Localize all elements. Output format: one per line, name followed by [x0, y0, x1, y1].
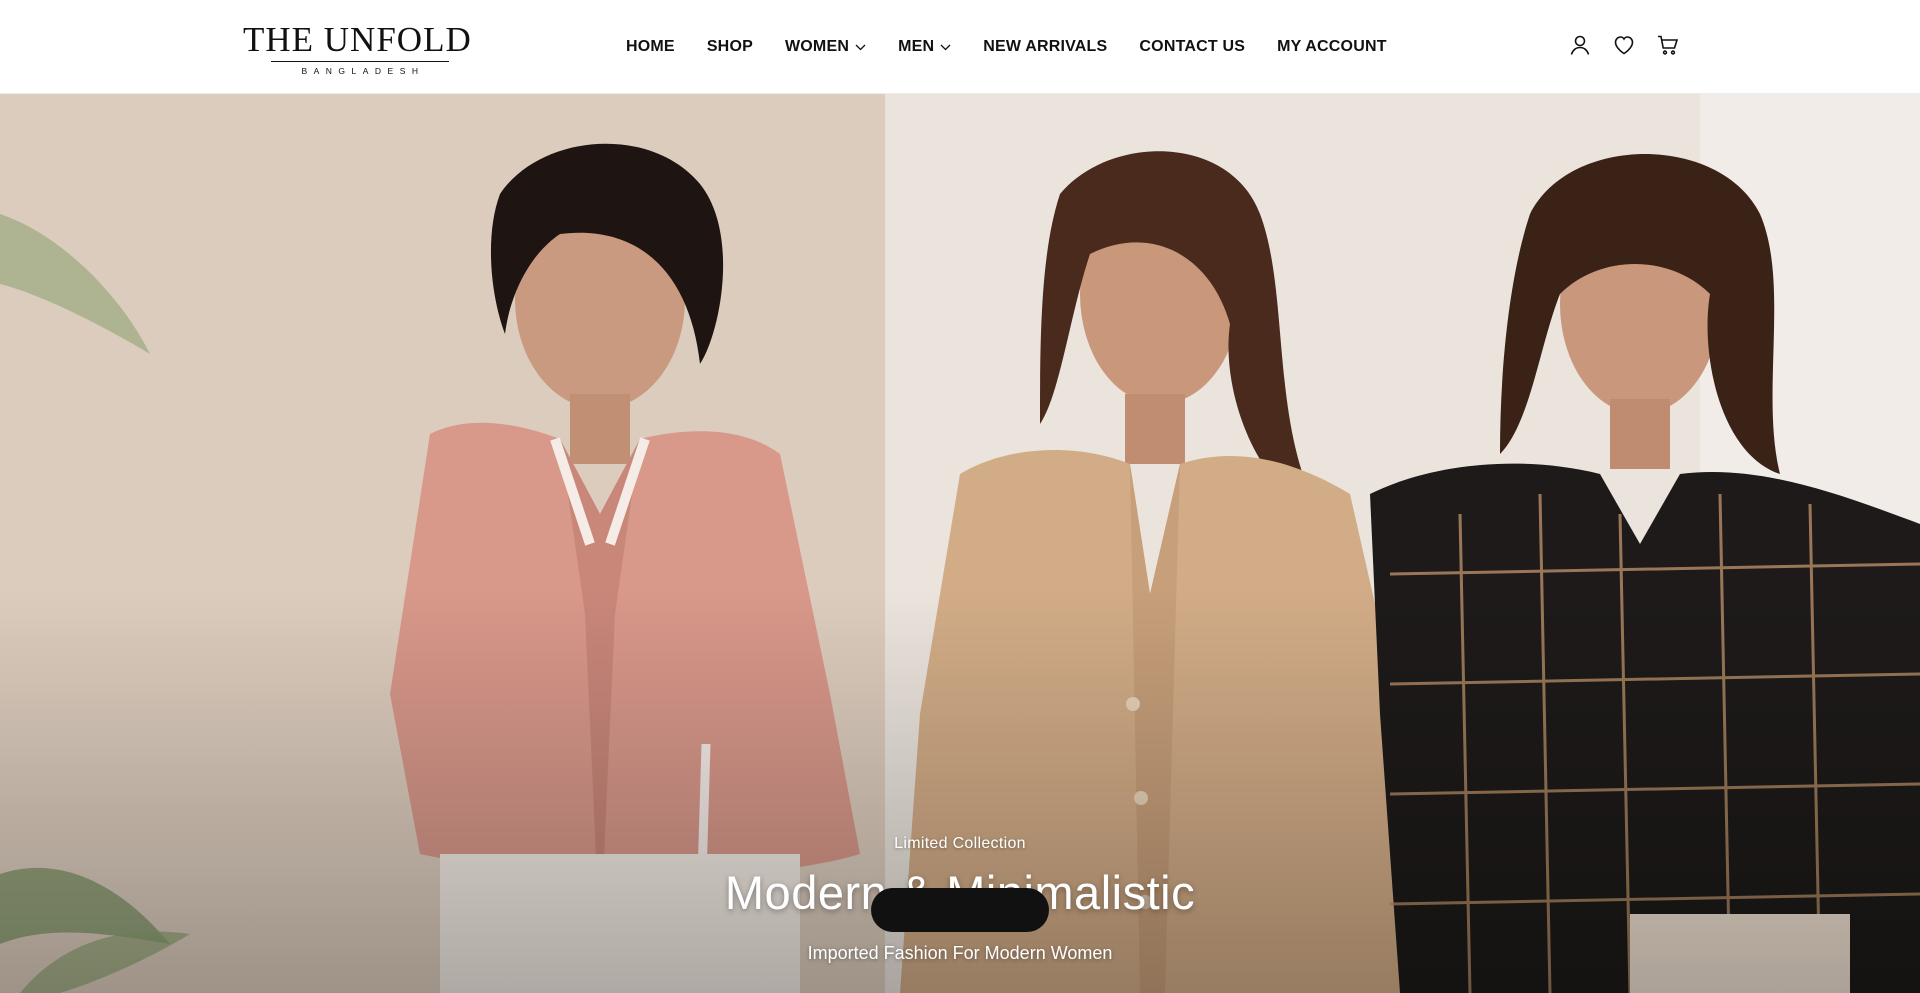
- user-icon[interactable]: [1568, 33, 1592, 57]
- hero-cta-button[interactable]: [871, 888, 1049, 932]
- nav-item-new-arrivals[interactable]: NEW ARRIVALS: [983, 37, 1107, 57]
- cart-icon[interactable]: [1656, 33, 1680, 57]
- nav-item-label: MEN: [898, 38, 935, 55]
- hero-subtitle: Imported Fashion For Modern Women: [807, 943, 1113, 963]
- nav-item-contact-us[interactable]: CONTACT US: [1139, 37, 1245, 57]
- nav-item-men[interactable]: MEN: [898, 37, 951, 57]
- nav-item-my-account[interactable]: MY ACCOUNT: [1277, 37, 1387, 57]
- heart-icon[interactable]: [1612, 33, 1636, 57]
- nav-item-label: HOME: [626, 38, 675, 55]
- nav-item-label: CONTACT US: [1139, 38, 1246, 55]
- nav-item-label: WOMEN: [784, 38, 850, 55]
- nav-item-women[interactable]: WOMEN: [785, 37, 866, 57]
- chevron-down-icon: [940, 44, 951, 51]
- chevron-down-icon: [855, 44, 866, 51]
- header-actions: [1568, 33, 1680, 57]
- nav-item-label: NEW ARRIVALS: [983, 38, 1108, 55]
- nav-item-label: MY ACCOUNT: [1277, 38, 1387, 55]
- site-header: THE UNFOLD BANGLADESH HOME SHOP WOMEN ME…: [0, 0, 1920, 94]
- brand-name: THE UNFOLD: [243, 20, 472, 59]
- main-nav: HOME SHOP WOMEN MEN NEW ARRIVALS CONTACT…: [626, 36, 1387, 58]
- brand-logo[interactable]: THE UNFOLD BANGLADESH: [243, 22, 477, 78]
- nav-item-shop[interactable]: SHOP: [707, 37, 753, 57]
- brand-subtitle: BANGLADESH: [301, 66, 425, 76]
- logo-divider: [271, 61, 449, 62]
- hero-banner: Limited Collection Modern & Minimalistic…: [0, 94, 1920, 993]
- hero-eyebrow: Limited Collection: [894, 835, 1026, 852]
- nav-item-label: SHOP: [706, 38, 753, 55]
- nav-item-home[interactable]: HOME: [626, 37, 675, 57]
